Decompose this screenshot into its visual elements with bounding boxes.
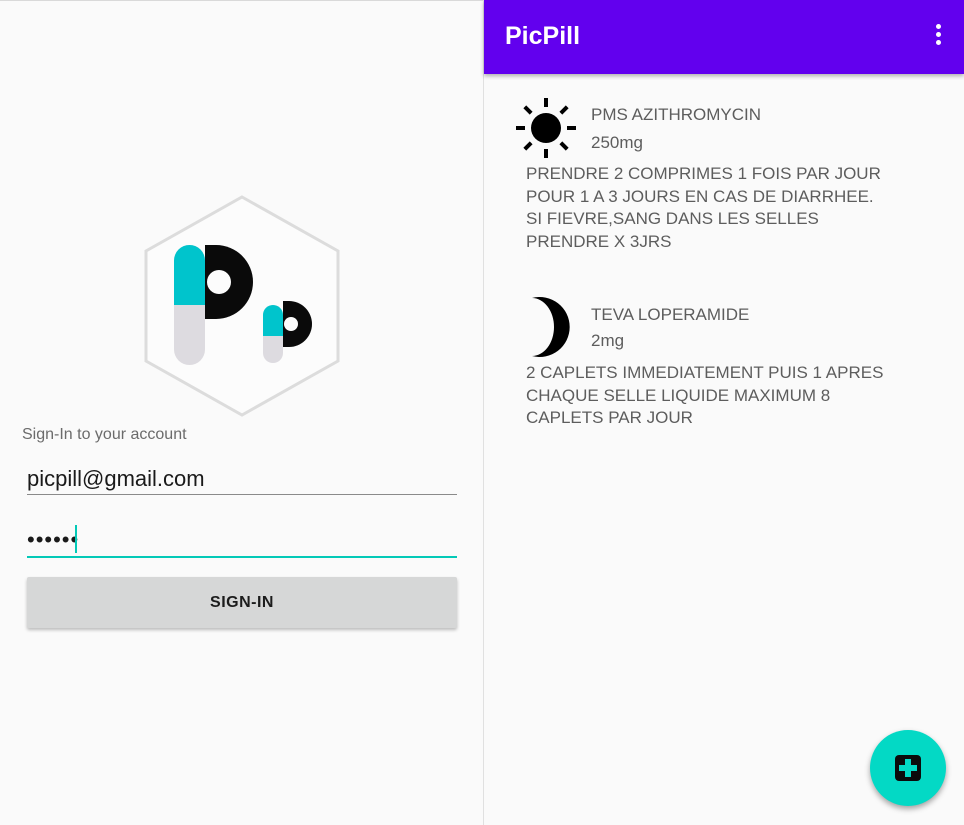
medication-instructions: 2 CAPLETS IMMEDIATEMENT PUIS 1 APRES CHA… — [526, 363, 884, 427]
password-field[interactable] — [27, 524, 457, 558]
medication-dose: 2mg — [591, 331, 625, 350]
email-field[interactable] — [27, 464, 457, 495]
app-bar: PicPill — [484, 0, 964, 74]
sun-icon — [516, 98, 576, 158]
moon-icon — [532, 297, 570, 357]
medication-instructions: PRENDRE 2 COMPRIMES 1 FOIS PAR JOUR POUR… — [526, 164, 881, 251]
top-divider — [0, 0, 483, 1]
medication-name: TEVA LOPERAMIDE — [591, 305, 750, 324]
sign-in-caption: Sign-In to your account — [22, 426, 187, 443]
add-medication-button[interactable] — [870, 730, 946, 806]
sign-in-button[interactable]: SIGN-IN — [27, 577, 457, 628]
medication-screen: PicPill PMS AZITHROMYCIN 250mg PRENDRE 2… — [484, 0, 964, 825]
medical-plus-icon — [895, 755, 921, 781]
picpill-logo — [144, 195, 340, 417]
text-cursor — [75, 525, 77, 553]
medication-dose: 250mg — [591, 133, 643, 152]
app-title: PicPill — [505, 22, 581, 50]
more-vert-icon[interactable] — [928, 24, 948, 50]
medication-name: PMS AZITHROMYCIN — [591, 105, 762, 124]
login-screen: Sign-In to your account SIGN-IN — [0, 0, 483, 825]
